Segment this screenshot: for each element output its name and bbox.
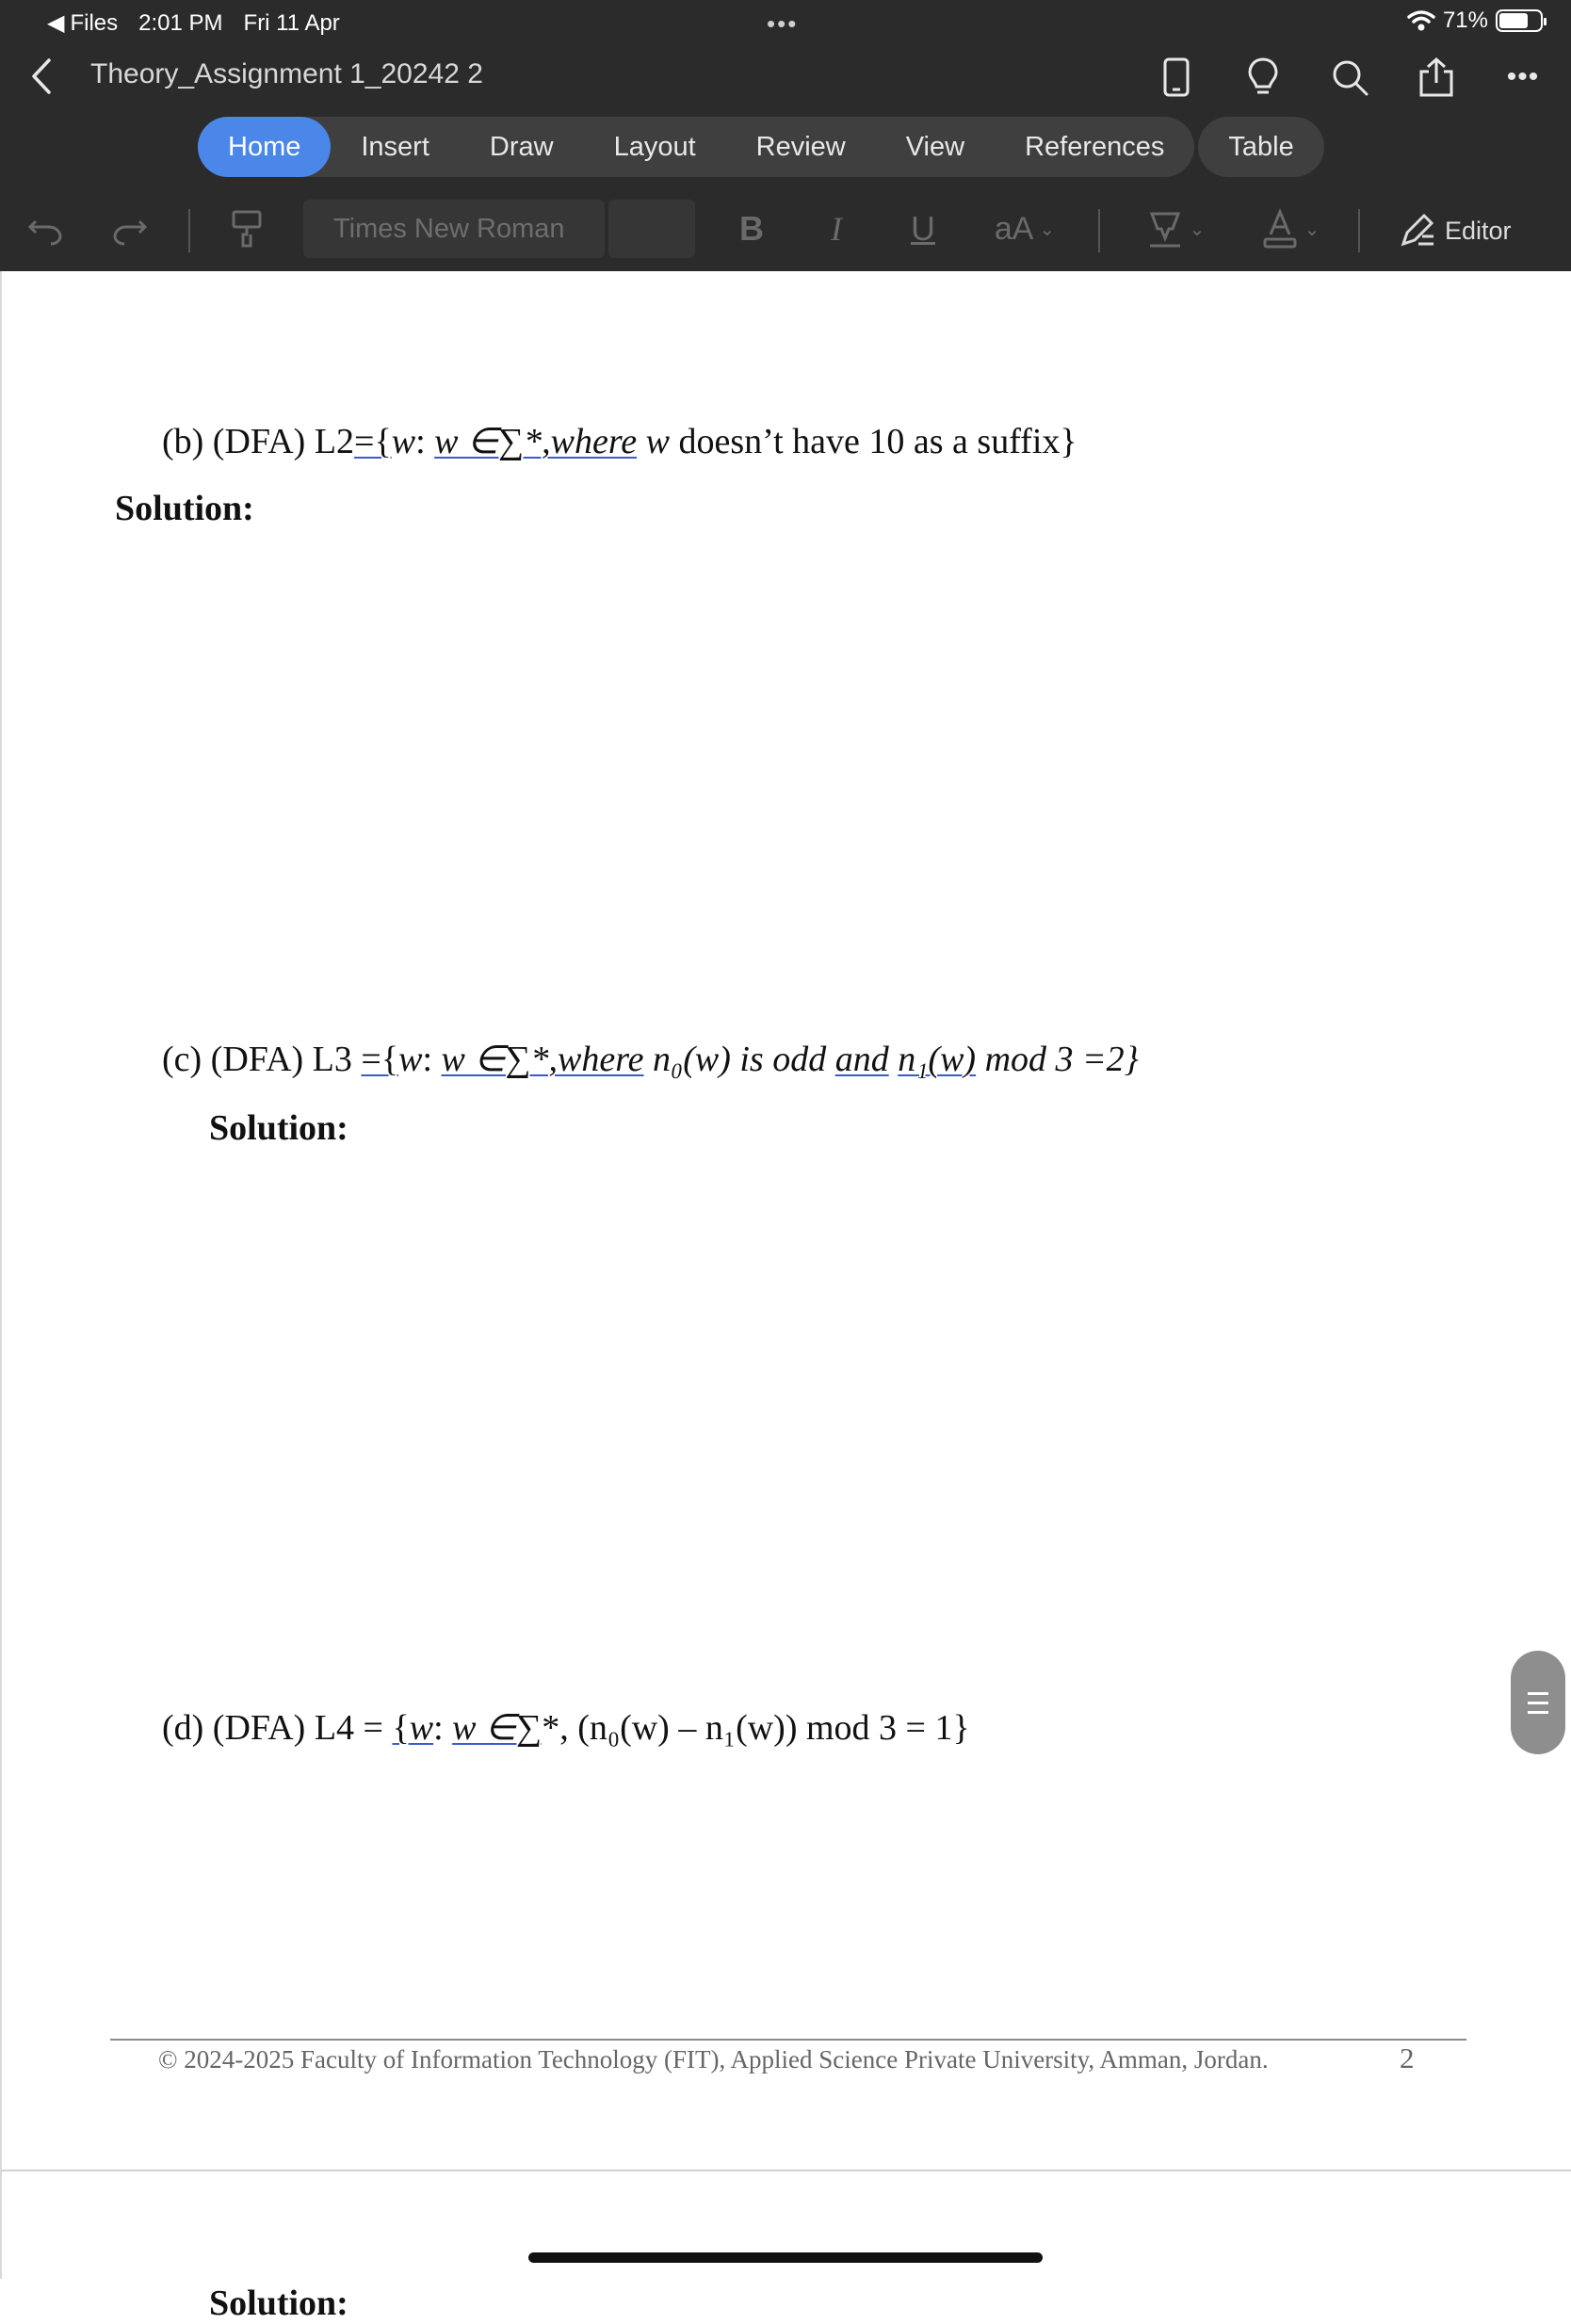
status-bar: ◀ Files 2:01 PM Fri 11 Apr ••• 71% (0, 0, 1571, 43)
tab-references[interactable]: References (995, 117, 1194, 177)
page-number: 2 (1400, 2042, 1415, 2074)
lightbulb-icon (1248, 57, 1278, 94)
ribbon-tabs: Home Insert Draw Layout Review View References… (198, 117, 1324, 177)
chevron-back-icon[interactable] (23, 55, 60, 98)
phone-view-button[interactable] (1147, 51, 1206, 104)
solution-label: Solution: (209, 2284, 348, 2323)
share-icon (1419, 56, 1453, 97)
scroll-handle[interactable] (1511, 1651, 1565, 1754)
search-button[interactable] (1320, 51, 1379, 104)
toolbar-divider (188, 209, 190, 252)
question-c: (c) (DFA) L3 ={w: w ∈∑*,where n₀(w) is o… (162, 1040, 1139, 1079)
redo-button[interactable] (105, 203, 154, 254)
back-triangle-icon: ◀ (47, 10, 65, 36)
document-title[interactable]: Theory_Assignment 1_20242 2 (90, 58, 483, 90)
tab-review[interactable]: Review (726, 117, 876, 177)
status-date: Fri 11 Apr (243, 9, 340, 36)
font-size-field[interactable] (608, 200, 695, 258)
home-indicator[interactable] (528, 2252, 1043, 2263)
editor-pen-icon (1401, 213, 1434, 247)
solution-label: Solution: (115, 489, 254, 528)
solution-label: Solution: (209, 1108, 348, 1148)
back-to-app-button[interactable]: ◀ Files (47, 9, 118, 37)
question-d: (d) (DFA) L4 = {w: w ∈∑*, (n₀(w) – n₁(w)… (162, 1708, 970, 1748)
battery-icon (1496, 9, 1547, 32)
ribbon-tab-group: Home Insert Draw Layout Review View References (198, 117, 1195, 177)
tab-layout[interactable]: Layout (584, 117, 726, 177)
formatting-toolbar (0, 196, 1571, 262)
share-button[interactable] (1407, 51, 1466, 104)
title-bar: Theory_Assignment 1_20242 2 ••• (0, 47, 1571, 105)
phone-view-icon (1163, 57, 1190, 97)
document-page[interactable]: (b) (DFA) L2={w: w ∈∑*,where w doesn’t h… (0, 271, 1571, 2323)
footer-divider (110, 2039, 1466, 2041)
format-painter-button[interactable] (222, 203, 271, 254)
multitasking-dots-icon[interactable]: ••• (767, 9, 798, 39)
tab-draw[interactable]: Draw (460, 117, 584, 177)
more-button[interactable]: ••• (1494, 51, 1552, 104)
undo-button[interactable] (21, 203, 70, 254)
ideas-button[interactable] (1234, 51, 1292, 104)
page-footer: © 2024-2025 Faculty of Information Techn… (158, 2045, 1269, 2074)
question-b: (b) (DFA) L2={w: w ∈∑*,where w doesn’t h… (162, 422, 1077, 461)
font-name-field[interactable]: Times New Roman (303, 200, 605, 258)
undo-icon (27, 219, 62, 246)
format-painter-icon (232, 210, 262, 248)
tab-table[interactable]: Table (1198, 117, 1324, 177)
tab-view[interactable]: View (876, 117, 995, 177)
editor-button[interactable]: Editor (1398, 207, 1512, 254)
battery-percent: 71% (1442, 8, 1488, 33)
redo-icon (113, 219, 148, 246)
page-break (2, 2170, 1571, 2171)
app-chrome: ◀ Files 2:01 PM Fri 11 Apr ••• 71% Theor… (0, 0, 1571, 271)
wifi-icon (1407, 10, 1435, 31)
search-icon (1333, 60, 1369, 96)
tab-home[interactable]: Home (198, 117, 332, 177)
status-time: 2:01 PM (138, 9, 223, 36)
more-icon: ••• (1506, 61, 1540, 92)
tab-insert[interactable]: Insert (331, 117, 460, 177)
